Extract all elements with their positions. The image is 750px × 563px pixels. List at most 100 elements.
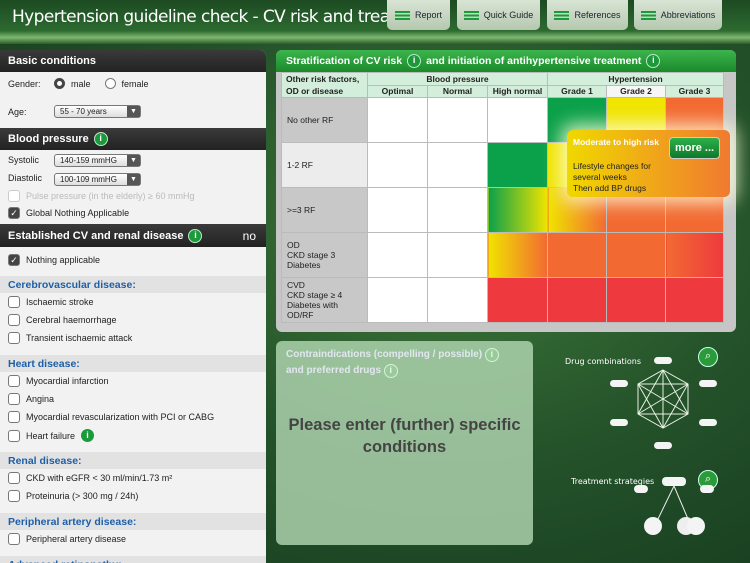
info-icon[interactable]: i	[383, 364, 398, 378]
condition-checkbox[interactable]	[8, 296, 20, 308]
category-header: Renal disease:	[0, 452, 266, 469]
checkbox-label: Myocardial infarction	[26, 376, 109, 386]
gender-label: Gender:	[8, 78, 41, 89]
condition-checkbox[interactable]	[8, 429, 20, 442]
risk-cell[interactable]	[487, 142, 548, 188]
condition-checkbox[interactable]	[8, 472, 20, 484]
risk-cell[interactable]	[427, 187, 488, 233]
risk-cell[interactable]	[367, 97, 428, 143]
risk-cell[interactable]	[367, 232, 428, 278]
info-icon[interactable]: i	[93, 132, 108, 146]
references-button[interactable]: References	[547, 0, 628, 30]
col-header: Normal	[427, 84, 488, 98]
systolic-select[interactable]: 140-159 mmHG	[54, 154, 141, 167]
gender-row: Gender: male female	[8, 78, 149, 89]
risk-cell[interactable]	[487, 97, 548, 143]
drug-combinations-diagram[interactable]	[630, 360, 720, 450]
risk-table: Other risk factors, OD or disease Blood p…	[281, 72, 724, 323]
more-button[interactable]: more ...	[669, 137, 720, 159]
risk-cell[interactable]	[487, 232, 548, 278]
condition-checkbox[interactable]	[8, 375, 20, 387]
condition-item[interactable]: Transient ischaemic attack	[8, 332, 132, 344]
risk-cell[interactable]	[606, 232, 666, 278]
condition-checkbox[interactable]	[8, 314, 20, 326]
checkbox-label: Proteinuria (> 300 mg / 24h)	[26, 491, 139, 501]
row-label: >=3 RF	[281, 187, 368, 233]
global-nothing-checkbox[interactable]: ✓	[8, 207, 20, 219]
quick-guide-button[interactable]: Quick Guide	[457, 0, 540, 30]
category-header: Peripheral artery disease:	[0, 513, 266, 530]
condition-checkbox[interactable]	[8, 393, 20, 405]
condition-item[interactable]: Myocardial infarction	[8, 375, 109, 387]
risk-cell[interactable]	[547, 277, 607, 323]
category-header: Heart disease:	[0, 355, 266, 372]
pulse-pressure-row[interactable]: Pulse pressure (in the elderly) ≥ 60 mmH…	[8, 190, 195, 202]
checkbox-label: Myocardial revascularization with PCI or…	[26, 412, 215, 422]
popup-text: Then add BP drugs	[573, 183, 647, 193]
risk-cell[interactable]	[427, 232, 488, 278]
title: Stratification of CV risk	[286, 55, 403, 67]
checkbox-label: Cerebral haemorrhage	[26, 315, 117, 325]
established-disease-header: Established CV and renal disease i no	[0, 224, 266, 247]
menu-icon	[554, 10, 570, 20]
popup-text: Lifestyle changes for	[573, 161, 651, 171]
condition-checkbox[interactable]	[8, 332, 20, 344]
checkbox-label: Peripheral artery disease	[26, 534, 127, 544]
condition-item[interactable]: Peripheral artery disease	[8, 533, 126, 545]
report-button[interactable]: Report	[387, 0, 450, 30]
checkbox-label: Angina	[26, 394, 55, 404]
global-nothing-row[interactable]: ✓ Global Nothing Applicable	[8, 207, 129, 219]
condition-item[interactable]: Angina	[8, 393, 54, 405]
condition-checkbox[interactable]	[8, 411, 20, 423]
condition-item[interactable]: CKD with eGFR < 30 ml/min/1.73 m²	[8, 472, 172, 484]
female-radio[interactable]	[104, 78, 116, 89]
row-label: CVD CKD stage ≥ 4 Diabetes with OD/RF	[281, 277, 368, 323]
checkbox-label: Pulse pressure (in the elderly) ≥ 60 mmH…	[26, 191, 195, 201]
diastolic-select[interactable]: 100-109 mmHG	[54, 173, 141, 186]
risk-cell[interactable]	[665, 277, 724, 323]
condition-checkbox[interactable]	[8, 490, 20, 502]
risk-cell[interactable]	[427, 277, 488, 323]
info-icon[interactable]: i	[407, 54, 422, 68]
risk-cell[interactable]	[487, 187, 548, 233]
age-label: Age:	[8, 107, 27, 117]
button-label: Abbreviations	[660, 10, 716, 20]
risk-cell[interactable]	[487, 277, 548, 323]
title: and initiation of antihypertensive treat…	[426, 55, 642, 67]
risk-cell[interactable]	[547, 232, 607, 278]
pulse-pressure-checkbox[interactable]	[8, 190, 20, 202]
checkbox-label: Ischaemic stroke	[26, 297, 94, 307]
category-header: Advanced retinopathy:	[0, 556, 266, 563]
male-radio[interactable]	[54, 78, 65, 89]
table-row: CVD CKD stage ≥ 4 Diabetes with OD/RF	[281, 277, 724, 323]
risk-cell[interactable]	[367, 277, 428, 323]
condition-checkbox[interactable]	[8, 533, 20, 545]
risk-cell[interactable]	[427, 142, 488, 188]
contra-title: and preferred drugs	[286, 365, 382, 376]
info-icon[interactable]: i	[646, 54, 661, 68]
male-label: male	[71, 78, 91, 89]
nothing-applicable-checkbox[interactable]: ✓	[8, 254, 20, 266]
menu-icon	[394, 10, 410, 20]
info-icon[interactable]: i	[484, 348, 499, 362]
diastolic-label: Diastolic	[8, 173, 43, 183]
risk-cell[interactable]	[606, 277, 666, 323]
info-icon[interactable]: i	[81, 429, 95, 442]
info-icon[interactable]: i	[188, 228, 203, 243]
treatment-strategies-diagram[interactable]	[630, 475, 720, 540]
app-title: Hypertension guideline check - CV risk a…	[12, 7, 438, 27]
nothing-applicable-row[interactable]: ✓ Nothing applicable	[8, 254, 100, 266]
condition-item[interactable]: Heart failure i	[8, 429, 95, 442]
condition-item[interactable]: Ischaemic stroke	[8, 296, 94, 308]
risk-cell[interactable]	[665, 232, 724, 278]
condition-item[interactable]: Myocardial revascularization with PCI or…	[8, 411, 214, 423]
risk-popup: Moderate to high risk more ... Lifestyle…	[567, 130, 730, 197]
risk-cell[interactable]	[367, 142, 428, 188]
button-label: References	[574, 10, 621, 20]
risk-cell[interactable]	[367, 187, 428, 233]
age-select[interactable]: 55 - 70 years	[54, 105, 141, 118]
condition-item[interactable]: Proteinuria (> 300 mg / 24h)	[8, 490, 138, 502]
risk-cell[interactable]	[427, 97, 488, 143]
condition-item[interactable]: Cerebral haemorrhage	[8, 314, 117, 326]
abbreviations-button[interactable]: Abbreviations	[634, 0, 722, 30]
